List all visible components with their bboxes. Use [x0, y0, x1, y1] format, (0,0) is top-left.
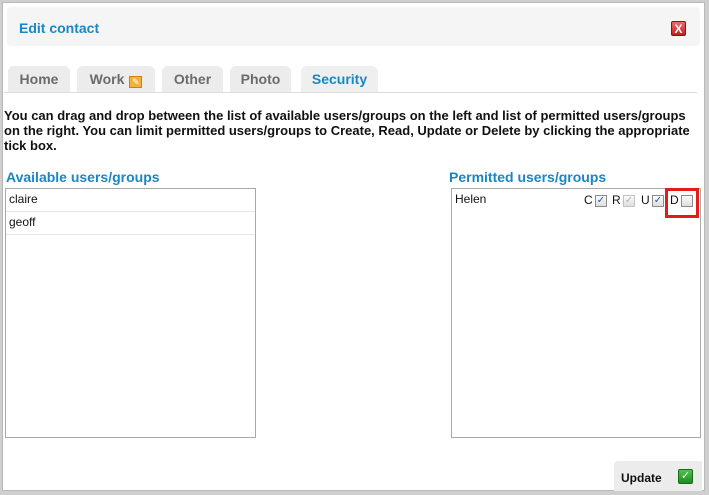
tab-home-label: Home [19, 71, 59, 87]
read-checkbox[interactable]: ✓ [623, 195, 635, 207]
permitted-list[interactable]: Helen C ✓ R ✓ U ✓ D [451, 188, 701, 438]
update-label: U [641, 193, 650, 207]
tab-security-label: Security [311, 71, 368, 87]
tab-divider [4, 92, 697, 93]
security-description: You can drag and drop between the list o… [4, 108, 690, 153]
tab-other[interactable]: Other [162, 66, 223, 92]
user-helen: Helen [455, 192, 487, 206]
tab-work-label: Work [89, 71, 125, 87]
tab-photo-label: Photo [240, 71, 281, 87]
tab-photo[interactable]: Photo [230, 66, 291, 92]
available-heading: Available users/groups [6, 169, 160, 185]
permitted-heading: Permitted users/groups [449, 169, 607, 185]
list-item[interactable]: geoff [6, 212, 255, 235]
tab-bar: Home Work ✎ Other Photo Security [4, 66, 697, 92]
update-button[interactable]: Update ✓ [614, 461, 702, 491]
dialog-titlebar: Edit contact X [7, 7, 700, 46]
create-checkbox[interactable]: ✓ [595, 195, 607, 207]
permitted-row[interactable]: Helen C ✓ R ✓ U ✓ D [452, 189, 700, 211]
tab-security[interactable]: Security [301, 66, 378, 92]
update-button-label: Update [621, 471, 662, 485]
user-geoff: geoff [9, 215, 36, 229]
update-checkbox[interactable]: ✓ [652, 195, 664, 207]
list-item[interactable]: claire [6, 189, 255, 212]
user-claire: claire [9, 192, 38, 206]
available-list[interactable]: claire geoff [5, 188, 256, 438]
read-label: R [612, 193, 621, 207]
edit-icon: ✎ [129, 76, 143, 88]
delete-checkbox-highlight [665, 188, 699, 218]
tab-other-label: Other [173, 71, 212, 87]
tab-home[interactable]: Home [8, 66, 70, 92]
checkmark-icon: ✓ [678, 469, 693, 484]
create-label: C [584, 193, 593, 207]
dialog-title: Edit contact [19, 20, 100, 36]
tab-work[interactable]: Work ✎ [77, 66, 155, 92]
close-icon[interactable]: X [671, 21, 686, 36]
